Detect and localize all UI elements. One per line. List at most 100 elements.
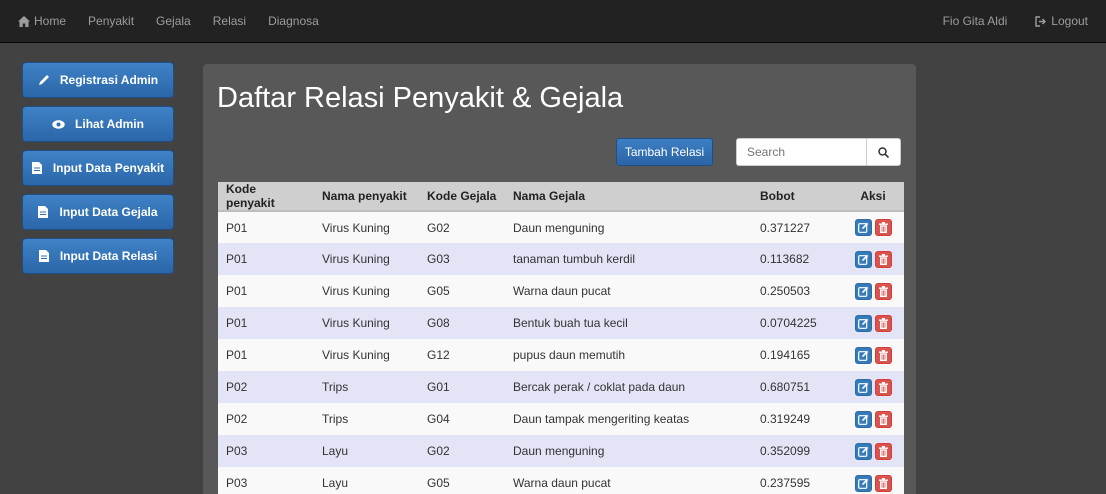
cell-kode-gejala: G12: [419, 339, 505, 371]
trash-icon: [878, 381, 888, 393]
search-button[interactable]: [866, 138, 901, 166]
edit-icon: [857, 446, 868, 457]
edit-icon: [857, 382, 868, 393]
cell-bobot: 0.237595: [752, 467, 842, 494]
edit-icon: [857, 318, 868, 329]
row-actions: [850, 250, 896, 268]
edit-button[interactable]: [854, 219, 872, 236]
edit-button[interactable]: [854, 410, 872, 428]
row-actions: [850, 474, 896, 492]
cell-kode-penyakit: P01: [218, 339, 314, 371]
search-input[interactable]: [736, 138, 866, 166]
trash-icon: [878, 445, 888, 457]
cell-nama-gejala: Warna daun pucat: [505, 275, 752, 307]
cell-bobot: 0.250503: [752, 275, 842, 307]
edit-button[interactable]: [854, 282, 872, 300]
cell-nama-penyakit: Trips: [314, 403, 419, 435]
delete-button[interactable]: [874, 250, 892, 268]
trash-icon: [878, 317, 888, 329]
col-nama-gejala: Nama Gejala: [505, 182, 752, 212]
cell-aksi: [842, 339, 904, 371]
nav-relasi-link[interactable]: Relasi: [213, 14, 246, 28]
nav-diagnosa-link[interactable]: Diagnosa: [268, 14, 319, 28]
edit-icon: [857, 286, 868, 297]
nav-home-label: Home: [34, 14, 67, 28]
cell-nama-penyakit: Virus Kuning: [314, 339, 419, 371]
edit-button[interactable]: [854, 378, 872, 396]
search-group: [736, 138, 901, 166]
delete-button[interactable]: [874, 378, 892, 396]
registrasi-admin-button[interactable]: Registrasi Admin: [22, 62, 174, 98]
cell-kode-gejala: G03: [419, 243, 505, 275]
cell-bobot: 0.680751: [752, 371, 842, 403]
edit-button[interactable]: [854, 250, 872, 268]
edit-button[interactable]: [854, 314, 872, 332]
nav-penyakit-link[interactable]: Penyakit: [88, 14, 134, 28]
cell-kode-gejala: G01: [419, 371, 505, 403]
delete-button[interactable]: [874, 219, 892, 236]
trash-icon: [878, 349, 888, 361]
cell-aksi: [842, 371, 904, 403]
cell-nama-penyakit: Virus Kuning: [314, 275, 419, 307]
cell-aksi: [842, 435, 904, 467]
table-body: P01 Virus Kuning G02 Daun menguning 0.371227…: [218, 211, 904, 494]
cell-kode-penyakit: P01: [218, 275, 314, 307]
delete-button[interactable]: [874, 314, 892, 332]
input-data-relasi-button[interactable]: Input Data Relasi: [22, 238, 174, 274]
tambah-relasi-button[interactable]: Tambah Relasi: [616, 138, 713, 166]
cell-kode-penyakit: P03: [218, 435, 314, 467]
input-data-gejala-button[interactable]: Input Data Gejala: [22, 194, 174, 230]
cell-bobot: 0.0704225: [752, 307, 842, 339]
edit-icon: [857, 222, 868, 233]
cell-bobot: 0.371227: [752, 211, 842, 243]
edit-icon: [857, 414, 868, 425]
cell-kode-penyakit: P02: [218, 403, 314, 435]
pencil-icon: [38, 74, 50, 86]
trash-icon: [878, 413, 888, 425]
delete-button[interactable]: [874, 442, 892, 460]
file-icon: [38, 250, 50, 262]
edit-button[interactable]: [854, 442, 872, 460]
file-icon: [31, 162, 43, 174]
cell-kode-gejala: G05: [419, 467, 505, 494]
table-row: P01 Virus Kuning G02 Daun menguning 0.371227: [218, 211, 904, 243]
cell-nama-penyakit: Virus Kuning: [314, 211, 419, 243]
col-kode-penyakit: Kode penyakit: [218, 182, 314, 212]
cell-aksi: [842, 307, 904, 339]
edit-icon: [857, 350, 868, 361]
cell-nama-gejala: Bercak perak / coklat pada daun: [505, 371, 752, 403]
cell-nama-penyakit: Virus Kuning: [314, 243, 419, 275]
table-row: P01 Virus Kuning G08 Bentuk buah tua kecil 0…: [218, 307, 904, 339]
cell-kode-penyakit: P03: [218, 467, 314, 494]
cell-nama-gejala: Warna daun pucat: [505, 467, 752, 494]
col-nama-penyakit: Nama penyakit: [314, 182, 419, 212]
table-row: P01 Virus Kuning G03 tanaman tumbuh kerdil 0…: [218, 243, 904, 275]
lihat-admin-button[interactable]: Lihat Admin: [22, 106, 174, 142]
cell-nama-penyakit: Trips: [314, 371, 419, 403]
user-name-link[interactable]: Fio Gita Aldi: [943, 14, 1008, 28]
delete-button[interactable]: [874, 474, 892, 492]
eye-icon: [52, 119, 65, 129]
cell-nama-gejala: Bentuk buah tua kecil: [505, 307, 752, 339]
row-actions: [850, 314, 896, 332]
sidebar: Registrasi Admin Lihat Admin Input Data …: [22, 62, 174, 282]
col-kode-gejala: Kode Gejala: [419, 182, 505, 212]
edit-button[interactable]: [854, 474, 872, 492]
cell-nama-penyakit: Layu: [314, 435, 419, 467]
search-icon: [878, 146, 889, 158]
delete-button[interactable]: [874, 410, 892, 428]
nav-gejala-link[interactable]: Gejala: [156, 14, 191, 28]
table-row: P02 Trips G04 Daun tampak mengeriting keata…: [218, 403, 904, 435]
logout-link[interactable]: Logout: [1035, 14, 1088, 28]
registrasi-admin-label: Registrasi Admin: [59, 73, 159, 87]
edit-button[interactable]: [854, 346, 872, 364]
input-data-penyakit-button[interactable]: Input Data Penyakit: [22, 150, 174, 186]
logout-label: Logout: [1051, 14, 1088, 28]
nav-home-link[interactable]: Home: [18, 14, 66, 28]
col-bobot: Bobot: [752, 182, 842, 212]
cell-bobot: 0.352099: [752, 435, 842, 467]
cell-nama-gejala: Daun tampak mengeriting keatas: [505, 403, 752, 435]
delete-button[interactable]: [874, 346, 892, 364]
delete-button[interactable]: [874, 282, 892, 300]
trash-icon: [878, 222, 888, 233]
